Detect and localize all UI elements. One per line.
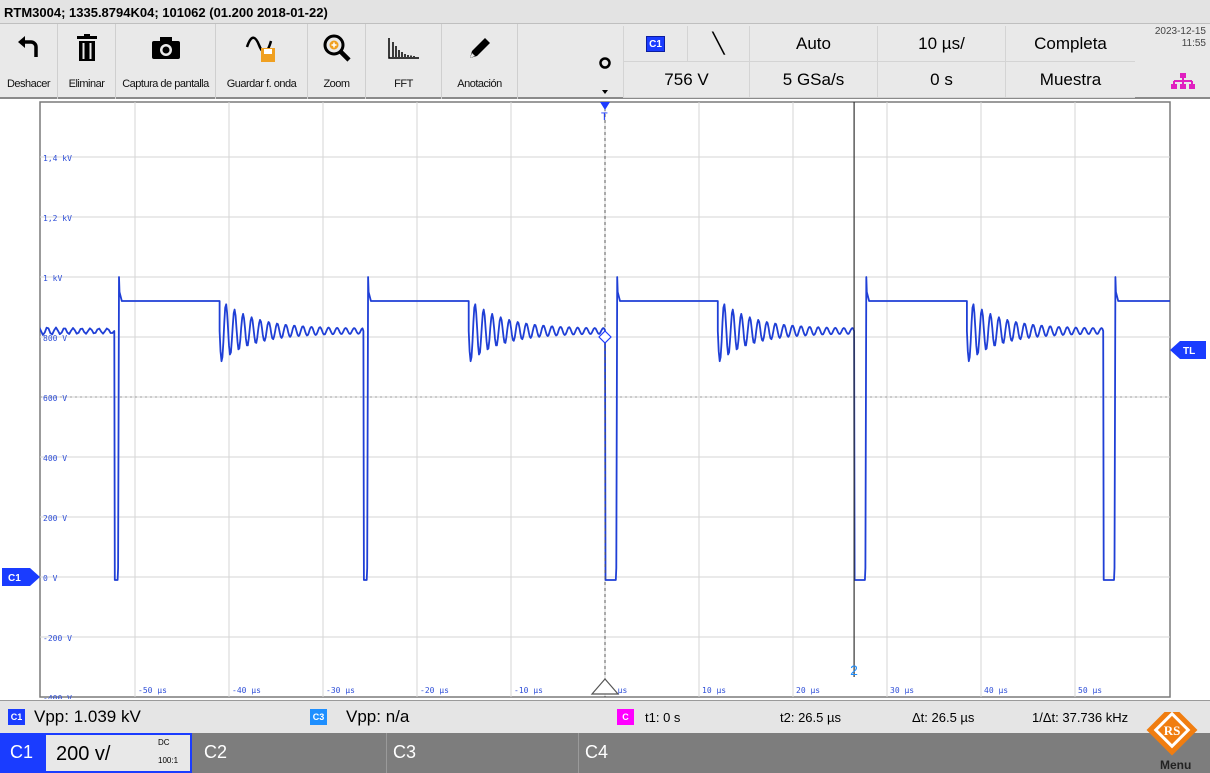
save-waveform-button[interactable]: Guardar f. onda [216, 24, 308, 99]
record-length[interactable]: Completa [1005, 26, 1135, 62]
x-tick-label: -50 µs [138, 686, 167, 695]
c3-vpp-readout: Vpp: n/a [346, 707, 410, 726]
trigger-knob-control[interactable] [588, 24, 623, 99]
instrument-title-bar: RTM3004; 1335.8794K04; 101062 (01.200 20… [0, 0, 1210, 24]
y-tick-label: -400 V [43, 694, 72, 699]
y-tick-label: 1 kV [43, 274, 62, 283]
channel-c1-scale: 200 v/ [56, 743, 111, 765]
trigger-source[interactable]: C1 [623, 26, 687, 62]
trash-icon [58, 32, 115, 64]
network-icon [1170, 72, 1196, 95]
annotation-button[interactable]: Anotación [442, 24, 518, 99]
trigger-position-label: T [601, 111, 608, 123]
x-tick-label: 20 µs [796, 686, 820, 695]
zoom-icon [308, 32, 365, 64]
cursor-t2: t2: 26.5 µs [780, 710, 841, 725]
fft-button[interactable]: FFT [366, 24, 442, 99]
trigger-level-label: TL [1183, 346, 1195, 357]
waveform-display[interactable]: 1,4 kV 1,2 kV 1 kV 800 V 600 V 400 V 200 V 0 V -… [0, 99, 1210, 703]
cursor-t1: t1: 0 s [645, 710, 681, 725]
channel-c1-probe: 100:1 [158, 756, 179, 765]
instrument-title: RTM3004; 1335.8794K04; 101062 (01.200 20… [4, 5, 328, 20]
channel-c4-tab[interactable]: C4 [578, 733, 768, 773]
trigger-level[interactable]: 756 V [623, 62, 749, 98]
channel-c1-tab[interactable]: C1 200 v/ DC 100:1 [0, 733, 192, 773]
svg-text:RS: RS [1164, 723, 1181, 738]
fft-icon [366, 32, 441, 64]
camera-icon [116, 32, 215, 64]
y-tick-label: -200 V [43, 634, 72, 643]
knob-icon [599, 57, 611, 94]
menu-label: Menu [1160, 758, 1192, 772]
cursor-inverse-delta-t: 1/Δt: 37.736 kHz [1032, 710, 1129, 725]
menu-button[interactable]: RS Menu [1140, 704, 1206, 773]
y-tick-label: 0 V [43, 574, 58, 583]
undo-icon [0, 32, 57, 64]
y-tick-label: 400 V [43, 454, 67, 463]
y-tick-label: 800 V [43, 334, 67, 343]
channel-c1-marker-label: C1 [8, 573, 21, 584]
x-tick-label: -40 µs [232, 686, 261, 695]
channel-c3-tab[interactable]: C3 [386, 733, 576, 773]
zoom-button[interactable]: Zoom [308, 24, 366, 99]
waveform-plot: 1,4 kV 1,2 kV 1 kV 800 V 600 V 400 V 200 V 0 V -… [2, 101, 1206, 703]
horizontal-position[interactable]: 0 s [877, 62, 1005, 98]
y-tick-label: 1,2 kV [43, 214, 72, 223]
date-time: 2023-12-15 11:55 [1154, 26, 1206, 49]
x-tick-label: 40 µs [984, 686, 1008, 695]
x-tick-label: 30 µs [890, 686, 914, 695]
y-tick-label: 1,4 kV [43, 154, 72, 163]
y-tick-label: 600 V [43, 394, 67, 403]
cursor-2-label: 2 [850, 662, 858, 678]
cursor-badge: C [617, 709, 634, 725]
toolbar: Deshacer Eliminar Captura de pantalla Gu… [0, 24, 1210, 99]
measurement-bar: C1 Vpp: 1.039 kV C3 Vpp: n/a C t1: 0 s t… [0, 700, 1210, 733]
channel-c1-coupling: DC [158, 738, 170, 747]
c1-measurement-badge: C1 [8, 709, 25, 725]
channel-c2-tab[interactable]: C2 [194, 733, 384, 773]
c3-measurement-badge: C3 [310, 709, 327, 725]
channel-bar: C1 200 v/ DC 100:1 C2 C3 C4 [0, 733, 1210, 773]
screenshot-button[interactable]: Captura de pantalla [116, 24, 216, 99]
delete-button[interactable]: Eliminar [58, 24, 116, 99]
y-tick-label: 200 V [43, 514, 67, 523]
pencil-icon [442, 32, 517, 64]
save-waveform-icon [216, 32, 307, 64]
x-tick-label: -30 µs [326, 686, 355, 695]
x-tick-label: 10 µs [702, 686, 726, 695]
x-tick-label: 50 µs [1078, 686, 1102, 695]
timebase-scale[interactable]: 10 µs/ [877, 26, 1005, 62]
undo-button[interactable]: Deshacer [0, 24, 58, 99]
falling-slope-icon: ╲ [712, 33, 725, 55]
trigger-slope[interactable]: ╲ [687, 26, 749, 62]
acquisition-mode[interactable]: Muestra [1005, 62, 1135, 98]
x-tick-label: -20 µs [420, 686, 449, 695]
sample-rate[interactable]: 5 GSa/s [749, 62, 877, 98]
x-tick-label: -10 µs [514, 686, 543, 695]
c1-vpp-readout: Vpp: 1.039 kV [34, 707, 141, 726]
trigger-mode[interactable]: Auto [749, 26, 877, 62]
cursor-delta-t: Δt: 26.5 µs [912, 710, 975, 725]
